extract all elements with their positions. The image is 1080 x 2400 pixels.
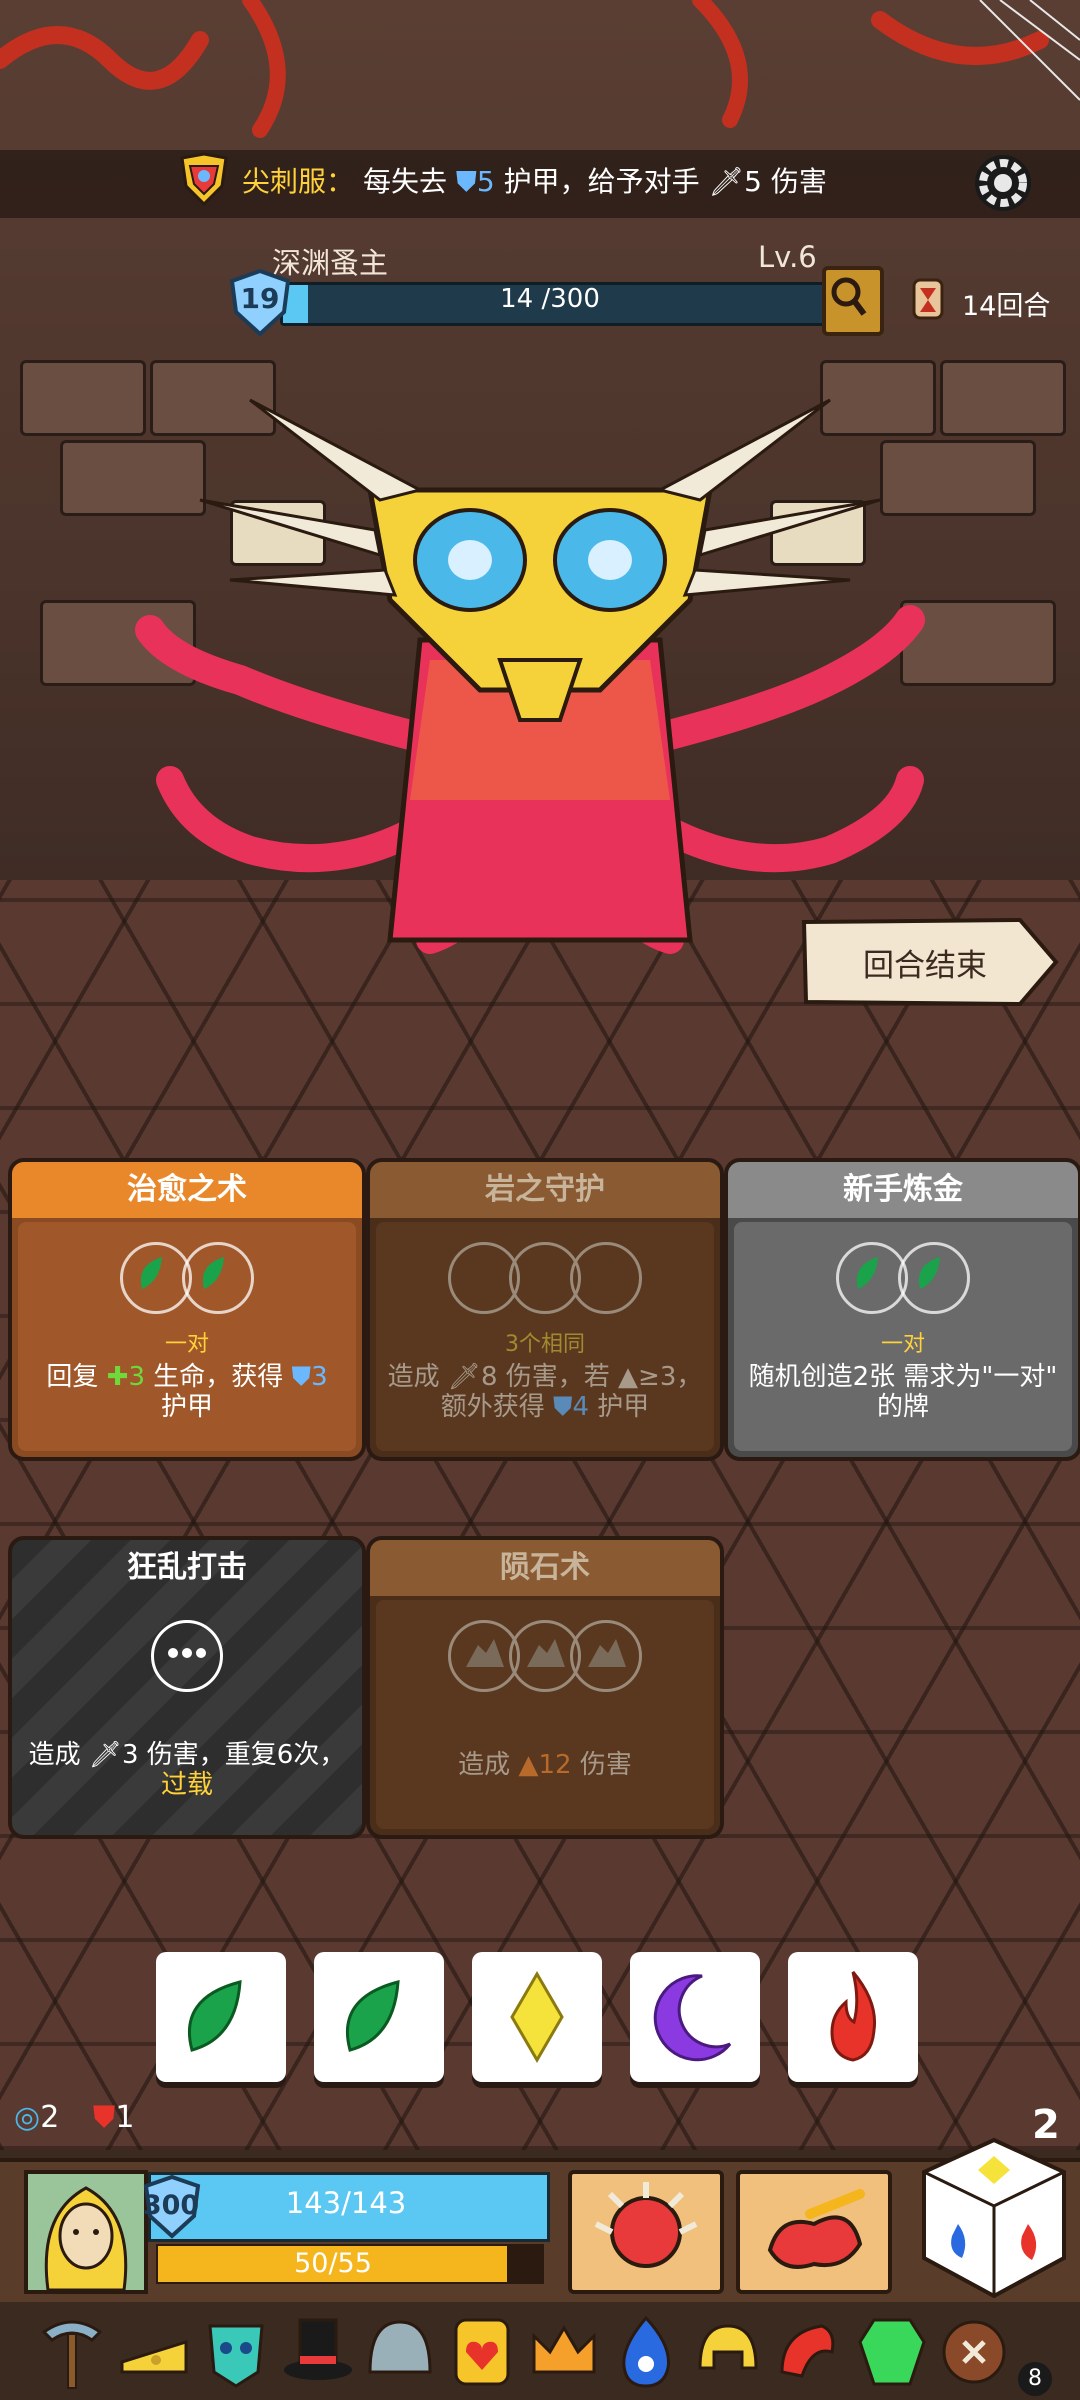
player-avatar[interactable] — [24, 2170, 148, 2294]
round-counter: 14回合 — [962, 291, 1051, 322]
card-title: 陨石术 — [370, 1540, 720, 1596]
sword-icon: 🗡 — [708, 165, 745, 198]
leaf-slot-icon — [181, 1242, 254, 1314]
card-meteor-spell[interactable]: 陨石术 造成 ▲12 伤害 — [366, 1536, 724, 1839]
dice-slots — [370, 1242, 720, 1314]
pickaxe-relic-icon[interactable] — [34, 2312, 110, 2392]
card-title: 狂乱打击 — [127, 1550, 247, 1585]
reroll-count: 2 — [40, 2100, 60, 2135]
diamond-icon — [510, 1971, 564, 2063]
enemy-armor-value: 19 — [240, 282, 280, 315]
card-description: 随机创造2张 需求为"一对" 的牌 — [748, 1362, 1058, 1422]
crown-relic-icon[interactable] — [526, 2312, 602, 2392]
enemy-level: Lv.6 — [758, 240, 817, 274]
settings-gear-icon[interactable] — [968, 148, 1038, 218]
sword-icon: 🗡 — [88, 1740, 122, 1770]
spiked-armor-icon[interactable] — [178, 152, 230, 208]
dice-slots — [728, 1242, 1078, 1314]
relic-effect-text: 尖刺服： 每失去 ⛊5 护甲，给予对手 🗡5 伤害 — [242, 165, 827, 198]
cheese-relic-icon[interactable] — [116, 2312, 192, 2392]
player-hp-text: 143/143 — [285, 2186, 407, 2220]
hand-die-leaf[interactable] — [156, 1952, 286, 2082]
moon-icon — [653, 1974, 732, 2062]
jade-mask-relic-icon[interactable] — [198, 2312, 274, 2392]
relic-name: 尖刺服 — [242, 165, 327, 198]
leaf-icon — [345, 1980, 400, 2052]
card-title: 岩之守护 — [370, 1162, 720, 1218]
player-armor-value: 300 — [142, 2190, 200, 2221]
card-requirement: 3个相同 — [505, 1332, 585, 1357]
hourglass-scroll-icon — [912, 278, 944, 320]
card-title: 治愈之术 — [12, 1162, 362, 1218]
empty-slot-icon — [570, 1242, 643, 1314]
card-description: 回复 ✚3 生命，获得 ⛊3 护甲 — [46, 1362, 328, 1422]
card-rock-guard[interactable]: 岩之守护 3个相同 造成 🗡8 伤害，若 ▲≥3， 额外获得 ⛊4 护甲 — [366, 1158, 724, 1461]
blood-splash-icon — [767, 2189, 865, 2269]
armor-shield-icon: ⛊ — [455, 165, 477, 198]
rock-icon: ▲ — [518, 1750, 539, 1780]
hand-die-leaf[interactable] — [314, 1952, 444, 2082]
abyss-flea-monster[interactable] — [130, 380, 950, 980]
armor-shield-icon: ⛊ — [552, 1392, 573, 1422]
tentacle-decoration — [0, 0, 1080, 138]
hand-die-diamond[interactable] — [472, 1952, 602, 2082]
sword-icon: 🗡 — [447, 1362, 481, 1392]
card-novice-alchemy[interactable]: 新手炼金 一对 随机创造2张 需求为"一对" 的牌 — [724, 1158, 1080, 1461]
rock-icon: ▲ — [618, 1362, 639, 1392]
rock-slot-icon — [570, 1620, 643, 1692]
dice-slots — [12, 1242, 362, 1314]
leaf-slot-icon — [897, 1242, 970, 1314]
dice-slots — [370, 1620, 720, 1692]
stone-helmet-relic-icon[interactable] — [362, 2312, 438, 2392]
golden-helmet-relic-icon[interactable] — [690, 2312, 766, 2392]
card-requirement: 一对 — [880, 1332, 925, 1357]
heart-count: 1 — [115, 2100, 135, 2135]
card-title: 新手炼金 — [728, 1162, 1078, 1218]
hand-die-moon[interactable] — [630, 1952, 760, 2082]
fire-icon — [830, 1971, 877, 2062]
emerald-relic-icon[interactable] — [854, 2312, 930, 2392]
card-requirement: 一对 — [164, 1332, 209, 1357]
card-frenzy-strike[interactable]: 狂乱打击 造成 🗡3 伤害，重复6次， 过载 — [8, 1536, 366, 1839]
magnifier-icon — [831, 277, 867, 316]
dice-slots — [12, 1620, 362, 1692]
player-energy-text: 50/55 — [294, 2248, 372, 2279]
enemy-intent-button[interactable] — [822, 266, 884, 336]
player-status-row: ◎2 ⛊1 — [14, 2100, 134, 2135]
card-description: 造成 ▲12 伤害 — [458, 1750, 632, 1780]
card-description: 造成 🗡3 伤害，重复6次， 过载 — [28, 1740, 346, 1800]
hand-die-fire[interactable] — [788, 1952, 918, 2082]
blue-flame-relic-icon[interactable] — [608, 2312, 684, 2392]
leaf-icon — [187, 1980, 242, 2052]
heal-plus-icon: ✚ — [106, 1362, 129, 1392]
armor-shield-icon: ⛊ — [291, 1362, 312, 1392]
card-healing-spell[interactable]: 治愈之术 一对 回复 ✚3 生命，获得 ⛊3 护甲 — [8, 1158, 366, 1461]
heart-shield-icon[interactable]: ⛊ — [93, 2100, 116, 2135]
button-relic-icon[interactable] — [936, 2312, 1012, 2392]
skill-spiked-fist-button[interactable] — [568, 2170, 724, 2294]
enemy-hp-text: 14 /300 — [500, 284, 600, 314]
relic-count-badge: 8 — [1018, 2362, 1052, 2396]
end-turn-label: 回合结束 — [863, 948, 987, 984]
any-dice-slot-icon — [151, 1620, 223, 1692]
dice-bag-cube-icon[interactable] — [914, 2132, 1074, 2304]
red-horn-relic-icon[interactable] — [772, 2312, 848, 2392]
reroll-icon[interactable]: ◎ — [14, 2100, 40, 2135]
card-description: 造成 🗡8 伤害，若 ▲≥3， 额外获得 ⛊4 护甲 — [387, 1362, 703, 1422]
overload-keyword: 过载 — [160, 1770, 213, 1800]
heart-scroll-relic-icon[interactable] — [444, 2312, 520, 2392]
top-hat-relic-icon[interactable] — [280, 2312, 356, 2392]
spiked-fist-icon — [594, 2182, 698, 2268]
skill-blood-splash-button[interactable] — [736, 2170, 892, 2294]
